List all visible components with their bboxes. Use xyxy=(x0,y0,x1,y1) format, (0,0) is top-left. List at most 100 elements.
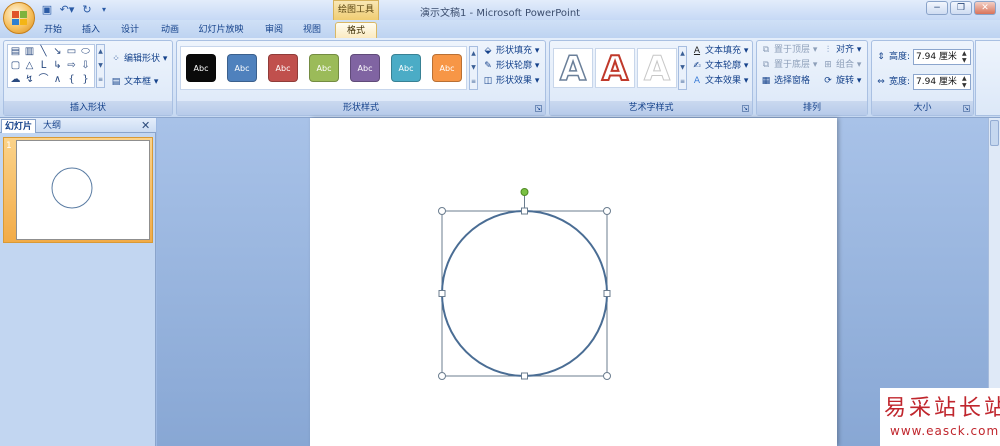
cloud-shape-icon[interactable]: ☁ xyxy=(9,74,22,85)
shape-style-swatch[interactable]: Abc xyxy=(227,54,257,82)
vertical-scrollbar[interactable] xyxy=(988,118,1000,388)
watermark-text: 易采站长站 xyxy=(884,396,1000,421)
styles-gallery-scroll[interactable]: ▲ ▼ ≡ xyxy=(469,46,478,90)
undo-icon[interactable]: ↶▾ xyxy=(57,3,77,16)
triangle-shape-icon[interactable]: △ xyxy=(23,60,36,71)
vertical-textbox-shape-icon[interactable]: ▥ xyxy=(23,46,36,57)
tab-format[interactable]: 格式 xyxy=(335,22,377,38)
wordart-style-white[interactable]: A xyxy=(637,48,677,90)
shape-style-swatch[interactable]: Abc xyxy=(309,54,339,82)
resize-handle-top-left[interactable] xyxy=(438,207,446,215)
selection-pane-label: 选择窗格 xyxy=(774,76,811,86)
shape-style-swatch[interactable]: Abc xyxy=(391,54,421,82)
dialog-launcher-icon[interactable]: ↘ xyxy=(963,105,970,112)
tab-review[interactable]: 审阅 xyxy=(259,22,289,38)
slide-canvas[interactable] xyxy=(310,118,837,446)
tab-design[interactable]: 设计 xyxy=(115,22,145,38)
save-icon[interactable]: ▣ xyxy=(40,3,54,16)
elbow-connector-shape-icon[interactable]: ᒪ xyxy=(37,60,50,71)
down-arrow-shape-icon[interactable]: ⇩ xyxy=(79,60,92,71)
office-button[interactable] xyxy=(3,2,35,34)
text-effects-icon: A xyxy=(693,76,701,86)
dialog-launcher-icon[interactable]: ↘ xyxy=(742,105,749,112)
edit-shape-button[interactable]: ⁘ 编辑形状 ▾ xyxy=(110,52,167,66)
shape-fill-label: 形状填充 xyxy=(496,46,533,56)
oval-shape-icon[interactable]: ⬭ xyxy=(79,46,92,57)
edit-shape-label: 编辑形状 xyxy=(124,54,161,64)
arrow-line-shape-icon[interactable]: ↘ xyxy=(51,46,64,57)
elbow-arrow-shape-icon[interactable]: ↳ xyxy=(51,60,64,71)
lightning-shape-icon[interactable]: ↯ xyxy=(23,74,36,85)
shape-style-swatch[interactable]: Abc xyxy=(432,54,462,82)
tab-view[interactable]: 视图 xyxy=(297,22,327,38)
text-fill-button[interactable]: A 文本填充 ▾ xyxy=(691,44,749,58)
wordart-style-outline[interactable]: A xyxy=(553,48,593,90)
slide-number: 1 xyxy=(6,141,12,151)
shapes-gallery[interactable]: ▤ ▥ ╲ ↘ ▭ ⬭ ▢ △ ᒪ ↳ ⇨ ⇩ ☁ ↯ ⌒ ∧ { } xyxy=(7,44,95,88)
pen-icon: ✎ xyxy=(484,61,492,71)
ribbon-tabs xyxy=(0,20,1000,38)
right-brace-shape-icon[interactable]: } xyxy=(79,74,92,85)
scroll-thumb[interactable] xyxy=(990,120,999,146)
tab-insert[interactable]: 插入 xyxy=(76,22,106,38)
wordart-style-red[interactable]: A xyxy=(595,48,635,90)
selection-pane-button[interactable]: ▦ 选择窗格 xyxy=(760,74,810,88)
resize-handle-bottom-left[interactable] xyxy=(438,372,446,380)
resize-handle-top[interactable] xyxy=(521,207,528,215)
text-outline-label: 文本轮廓 xyxy=(705,61,742,71)
shape-outline-button[interactable]: ✎ 形状轮廓 ▾ xyxy=(482,59,539,73)
right-arrow-shape-icon[interactable]: ⇨ xyxy=(65,60,78,71)
rounded-rect-shape-icon[interactable]: ▢ xyxy=(9,60,22,71)
shape-style-swatch[interactable]: Abc xyxy=(350,54,380,82)
shape-effects-button[interactable]: ◫ 形状效果 ▾ xyxy=(482,74,540,88)
circle-shape[interactable] xyxy=(441,210,608,377)
line-shape-icon[interactable]: ╲ xyxy=(37,46,50,57)
selection-pane-icon: ▦ xyxy=(761,76,771,86)
tab-animations[interactable]: 动画 xyxy=(155,22,185,38)
customize-qat-icon[interactable]: ▾ xyxy=(97,3,111,16)
text-box-button[interactable]: ▤ 文本框 ▾ xyxy=(110,75,159,89)
send-to-back-button[interactable]: ⧉ 置于底层 ▾ xyxy=(760,58,818,72)
left-brace-shape-icon[interactable]: { xyxy=(65,74,78,85)
tab-slides[interactable]: 幻灯片 xyxy=(1,119,37,133)
shape-style-swatch[interactable]: Abc xyxy=(186,54,216,82)
resize-handle-bottom[interactable] xyxy=(521,372,528,380)
slide-thumbnail[interactable] xyxy=(16,140,150,240)
wordart-gallery-scroll[interactable]: ▲ ▼ ≡ xyxy=(678,46,687,90)
tab-home[interactable]: 开始 xyxy=(38,22,68,38)
thumbnail-circle xyxy=(51,167,93,209)
width-label: ⇔ 宽度: xyxy=(875,75,910,89)
text-outline-button[interactable]: ✍ 文本轮廓 ▾ xyxy=(691,59,748,73)
height-spinner[interactable]: ▲ ▼ xyxy=(962,50,967,64)
align-button[interactable]: ⫶ 对齐 ▾ xyxy=(822,43,862,57)
redo-icon[interactable]: ↻ xyxy=(80,3,94,16)
width-spinner[interactable]: ▲ ▼ xyxy=(962,75,967,89)
textbox-shape-icon[interactable]: ▤ xyxy=(9,46,22,57)
bring-to-front-button[interactable]: ⧉ 置于顶层 ▾ xyxy=(760,43,818,57)
rectangle-shape-icon[interactable]: ▭ xyxy=(65,46,78,57)
rotation-handle[interactable] xyxy=(520,188,529,196)
maximize-button[interactable]: ❐ xyxy=(950,1,972,15)
close-button[interactable]: ✕ xyxy=(974,1,996,15)
resize-handle-right[interactable] xyxy=(603,290,611,297)
resize-handle-left[interactable] xyxy=(438,290,446,297)
shape-style-swatch[interactable]: Abc xyxy=(268,54,298,82)
tab-slideshow[interactable]: 幻灯片放映 xyxy=(195,22,247,38)
freeform-shape-icon[interactable]: ∧ xyxy=(51,74,64,85)
dialog-launcher-icon[interactable]: ↘ xyxy=(535,105,542,112)
group-button[interactable]: ⊞ 组合 ▾ xyxy=(822,58,861,72)
tab-outline[interactable]: 大纲 xyxy=(40,119,64,133)
rotate-button[interactable]: ⟳ 旋转 ▾ xyxy=(822,74,861,88)
resize-handle-bottom-right[interactable] xyxy=(603,372,611,380)
shape-fill-button[interactable]: ⬙ 形状填充 ▾ xyxy=(482,44,540,58)
close-panel-icon[interactable]: ✕ xyxy=(141,119,150,132)
selected-circle-shape[interactable] xyxy=(310,118,837,446)
bring-front-label: 置于顶层 xyxy=(774,45,811,55)
text-effects-button[interactable]: A 文本效果 ▾ xyxy=(691,74,749,88)
shapes-gallery-scroll[interactable]: ▲ ▼ ≡ xyxy=(96,44,105,88)
curve-shape-icon[interactable]: ⌒ xyxy=(37,74,50,85)
resize-handle-top-right[interactable] xyxy=(603,207,611,215)
effects-icon: ◫ xyxy=(483,76,493,86)
minimize-button[interactable]: − xyxy=(926,1,948,15)
send-back-icon: ⧉ xyxy=(762,60,770,70)
